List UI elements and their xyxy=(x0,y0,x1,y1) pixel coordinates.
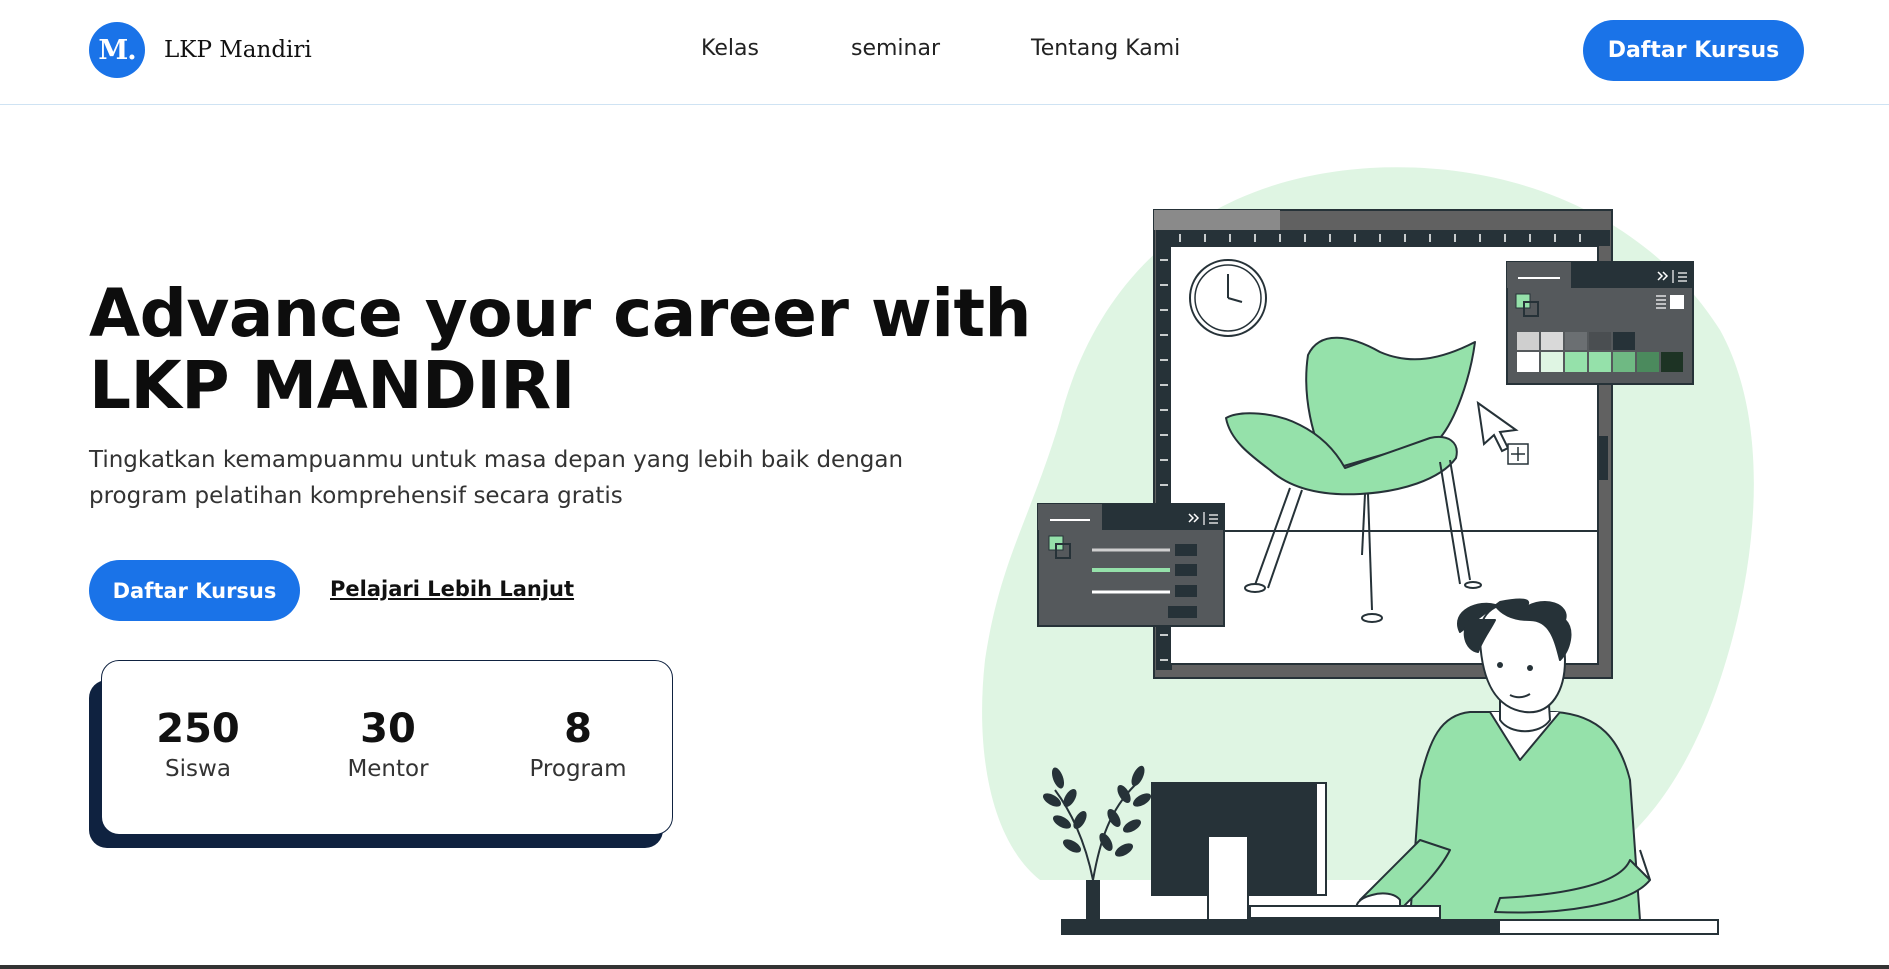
stat-value: 250 xyxy=(156,706,240,752)
stat-label: Mentor xyxy=(347,756,429,782)
stat-mentors: 30 Mentor xyxy=(308,706,468,784)
hero-subtitle-line2: program pelatihan komprehensif secara gr… xyxy=(89,483,623,509)
site-header: M. LKP Mandiri Kelas seminar Tentang Kam… xyxy=(0,0,1889,105)
nav-item-seminar[interactable]: seminar xyxy=(851,36,940,61)
hero-title-line2: LKP MANDIRI xyxy=(89,347,575,424)
stat-label: Siswa xyxy=(165,756,231,782)
nav-item-tentang-kami[interactable]: Tentang Kami xyxy=(1031,36,1180,61)
header-register-button[interactable]: Daftar Kursus xyxy=(1583,20,1804,81)
color-swatch-panel xyxy=(1506,261,1694,385)
learn-more-link[interactable]: Pelajari Lebih Lanjut xyxy=(330,577,574,601)
clock-icon xyxy=(1189,259,1267,337)
hero-subtitle-line1: Tingkatkan kemampuanmu untuk masa depan … xyxy=(89,447,904,473)
hero-title: Advance your career with LKP MANDIRI xyxy=(89,275,1032,424)
hero-title-line1: Advance your career with xyxy=(89,275,1032,352)
stat-value: 30 xyxy=(360,706,416,752)
register-button[interactable]: Daftar Kursus xyxy=(89,560,300,621)
stat-label: Program xyxy=(529,756,627,782)
designer-at-computer-illustration xyxy=(982,167,1754,935)
page-bottom-border xyxy=(0,965,1889,969)
hero-subtitle: Tingkatkan kemampuanmu untuk masa depan … xyxy=(89,442,969,514)
desk-illustration xyxy=(1061,919,1719,935)
stats-card: 250 Siswa 30 Mentor 8 Program xyxy=(101,660,673,835)
stat-programs: 8 Program xyxy=(498,706,658,784)
slider-panel xyxy=(1037,503,1225,627)
stat-students: 250 Siswa xyxy=(118,706,278,784)
stat-value: 8 xyxy=(564,706,592,752)
nav-item-kelas[interactable]: Kelas xyxy=(701,36,759,61)
